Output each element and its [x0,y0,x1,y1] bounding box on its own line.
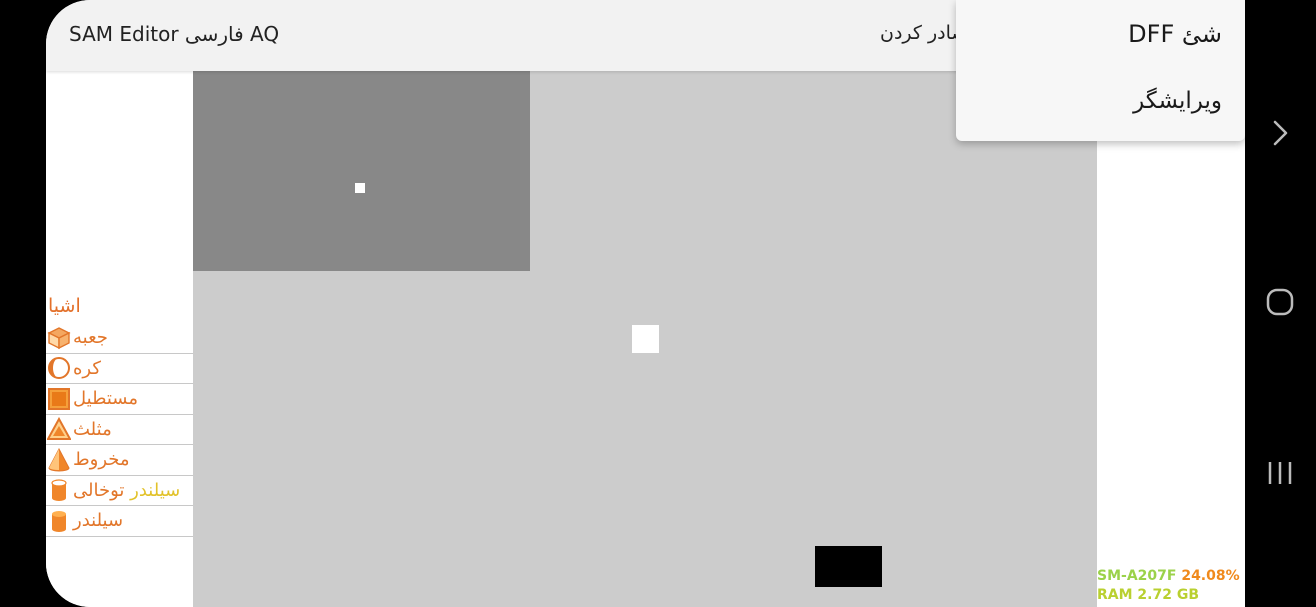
export-button[interactable]: صادر کردن [880,22,968,44]
device-stats: SM-A207F 24.08% RAM 2.72 GB [1097,567,1240,605]
object-item-label: مستطیل [73,388,138,410]
objects-panel: اشیا جعبه کره مستطیل مثلث مخروط سیلندر ت… [46,71,193,607]
menu-item-editor[interactable]: ویرایشگر [1133,88,1222,114]
triangle-icon [46,417,72,441]
recents-icon[interactable] [1265,458,1295,488]
home-icon[interactable] [1265,287,1295,317]
objects-list: جعبه کره مستطیل مثلث مخروط سیلندر توخالی… [46,323,193,537]
ram-usage: RAM 2.72 GB [1097,587,1199,603]
preview-panel[interactable] [193,71,530,271]
rectangle-icon [47,387,71,411]
object-item-label: مخروط [73,449,130,471]
object-item-label: جعبه [73,327,108,349]
object-item-rectangle[interactable]: مستطیل [46,384,193,415]
object-item-hollow-cylinder[interactable]: سیلندر توخالی [46,476,193,506]
hollow-cylinder-icon [47,478,71,502]
cone-icon [47,447,71,472]
scene-object-black[interactable] [815,546,882,587]
object-item-label: سیلندر توخالی [73,480,180,501]
object-item-label: کره [73,357,101,379]
overflow-menu: شئ DFF ویرایشگر [956,0,1245,141]
object-item-cone[interactable]: مخروط [46,445,193,476]
cylinder-icon [47,509,71,533]
scene-object-white[interactable] [632,325,659,353]
object-item-cylinder[interactable]: سیلندر [46,506,193,537]
app-title: SAM Editor فارسی AQ [69,22,280,46]
box-icon [47,326,71,350]
object-item-label-part: توخالی [73,479,125,501]
menu-item-dff-object[interactable]: شئ DFF [1128,20,1222,48]
preview-marker [355,183,365,193]
object-item-label-part: سیلندر [130,479,181,501]
chevron-right-icon[interactable] [1265,118,1295,148]
object-item-label: سیلندر [73,510,124,532]
objects-title: اشیا [48,295,81,317]
device-model: SM-A207F [1097,568,1177,584]
app-screen: SAM Editor فارسی AQ صادر کردن اشیا جعبه [46,0,1245,607]
system-nav-bar [1245,0,1316,607]
editor-viewport[interactable] [193,71,1097,607]
object-item-box[interactable]: جعبه [46,323,193,354]
object-item-triangle[interactable]: مثلث [46,415,193,445]
object-item-sphere[interactable]: کره [46,354,193,384]
cpu-usage: 24.08% [1181,568,1240,584]
object-item-label: مثلث [73,418,112,440]
sphere-icon [47,356,71,380]
right-panel: SM-A207F 24.08% RAM 2.72 GB [1097,71,1245,607]
